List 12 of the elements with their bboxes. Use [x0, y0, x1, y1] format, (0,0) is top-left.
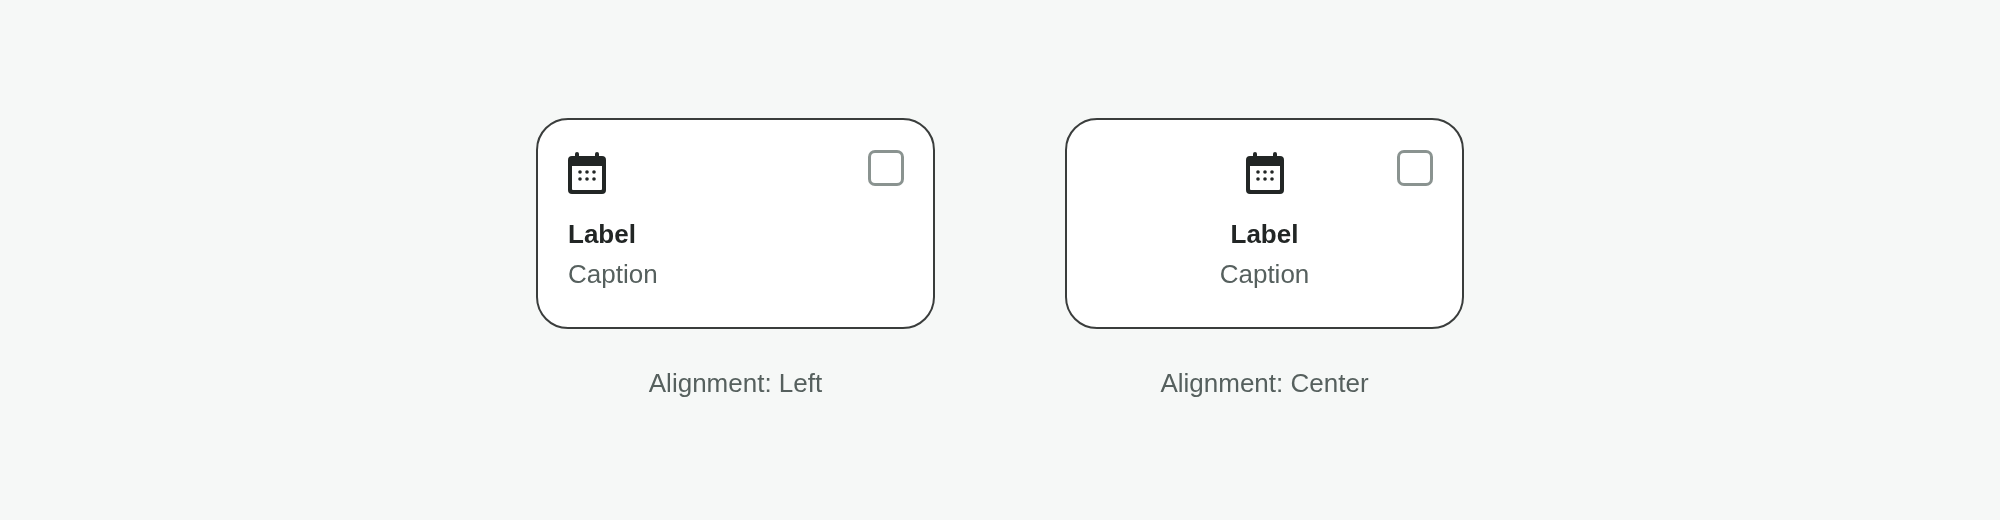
calendar-icon: [568, 152, 606, 194]
card-caption: Caption: [568, 258, 658, 291]
card-caption: Caption: [1219, 258, 1310, 291]
checkbox[interactable]: [1397, 150, 1433, 186]
checkbox[interactable]: [868, 150, 904, 186]
card-label: Label: [568, 218, 636, 251]
calendar-icon: [1245, 152, 1284, 194]
selection-card[interactable]: Label Caption: [1065, 118, 1464, 329]
selection-card[interactable]: Label Caption: [536, 118, 935, 329]
variant-description: Alignment: Center: [1160, 367, 1369, 400]
card-label: Label: [1230, 218, 1299, 251]
variant-description: Alignment: Left: [648, 367, 823, 400]
